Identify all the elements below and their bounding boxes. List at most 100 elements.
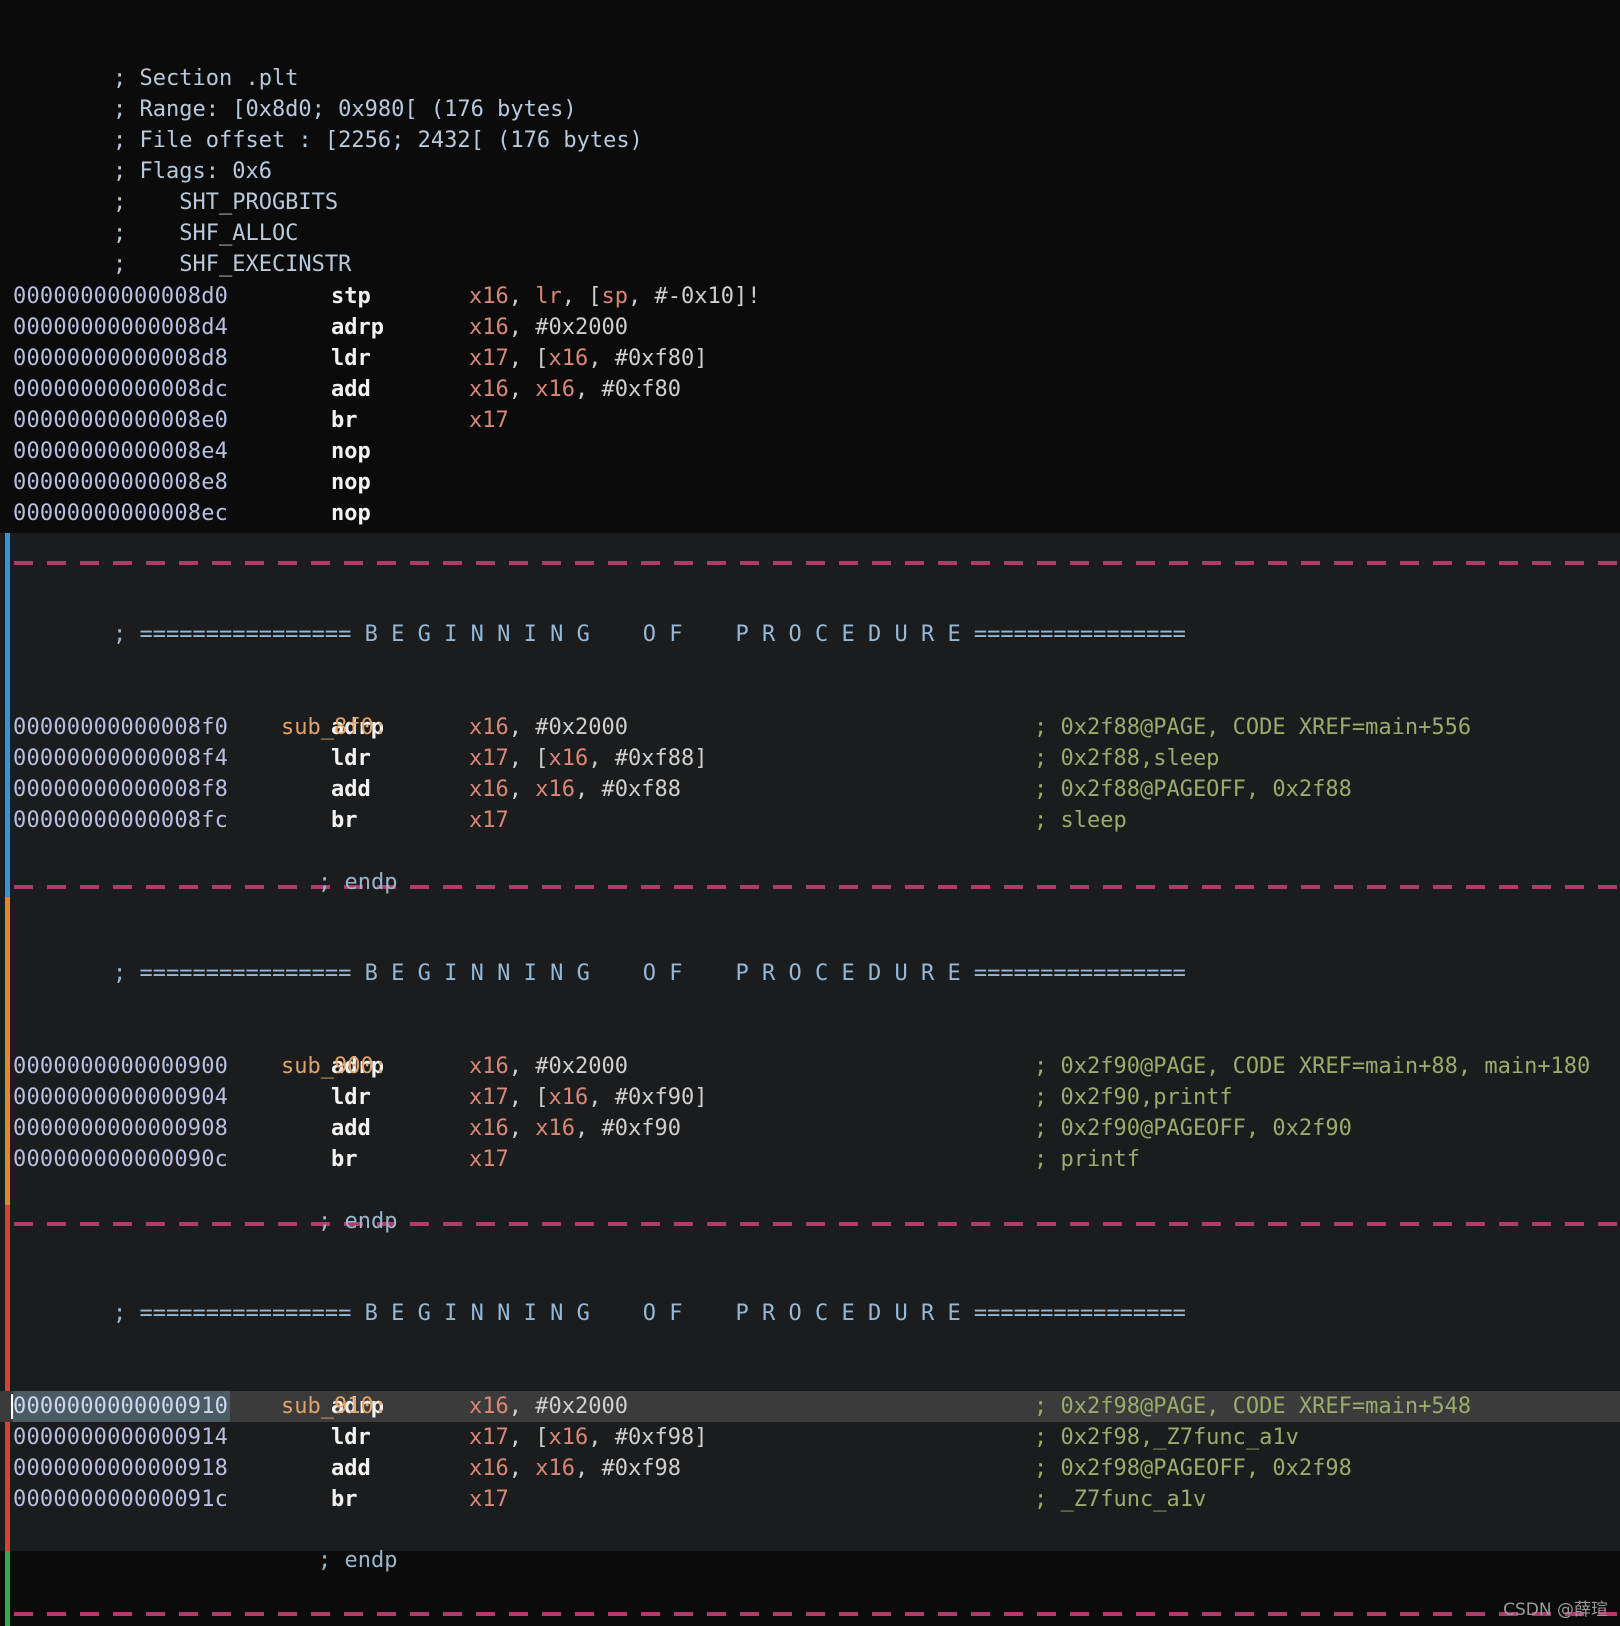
instruction-row[interactable]: 0000000000000900 adrp x16, #0x2000; 0x2f90… — [0, 1051, 1620, 1082]
instruction-address[interactable]: 000000000000090c — [13, 1144, 228, 1175]
instruction-row[interactable]: 000000000000090c br x17 ; printf — [0, 1144, 1620, 1175]
instruction-operands[interactable]: x16, #0x2000 — [469, 1051, 628, 1082]
procedure-label-row[interactable]: sub_8f0: — [0, 681, 1620, 740]
instruction-operands[interactable]: x16, x16, #0xf88 — [469, 774, 681, 805]
instruction-row[interactable]: 0000000000000914 ldr x17, [x16, #0xf98] ; 0… — [0, 1422, 1620, 1453]
instruction-operands[interactable]: x16, #0x2000 — [469, 1391, 628, 1422]
operand-text: , #0xf98 — [575, 1456, 681, 1481]
operand-text: , [ — [508, 1425, 549, 1450]
instruction-row[interactable]: 0000000000000918 add x16, x16, #0xf98; 0x2… — [0, 1453, 1620, 1484]
section-header-line: ; Range: [0x8d0; 0x980[ (176 bytes) — [0, 63, 1620, 122]
procedure-label-row[interactable]: sub_910: — [0, 1360, 1620, 1419]
instruction-row[interactable]: 00000000000008d8 ldr x17, [x16, #0xf80] — [0, 343, 1620, 374]
instruction-address[interactable]: 0000000000000918 — [13, 1453, 228, 1484]
instruction-operands[interactable]: x17, [x16, #0xf80] — [469, 343, 707, 374]
instruction-comment: ; printf — [1034, 1147, 1140, 1172]
operand-register: x16 — [469, 777, 509, 802]
instruction-mnemonic[interactable]: ldr — [331, 343, 371, 374]
instruction-mnemonic[interactable]: nop — [331, 467, 371, 498]
operand-register: x16 — [535, 1116, 575, 1141]
instruction-row[interactable]: 00000000000008fc br x17 ; sleep — [0, 805, 1620, 836]
instruction-address[interactable]: 00000000000008d4 — [13, 312, 228, 343]
instruction-mnemonic[interactable]: nop — [331, 498, 371, 529]
instruction-mnemonic[interactable]: add — [331, 374, 371, 405]
instruction-mnemonic[interactable]: ldr — [331, 1422, 371, 1453]
instruction-row[interactable]: 00000000000008f8 add x16, x16, #0xf88; 0x2… — [0, 774, 1620, 805]
instruction-row[interactable]: 0000000000000904 ldr x17, [x16, #0xf90] ; 0… — [0, 1082, 1620, 1113]
disassembly-view[interactable]: ; Section .plt ; Range: [0x8d0; 0x980[ (… — [0, 0, 1620, 1626]
instruction-row[interactable]: 0000000000000910 adrp x16, #0x2000; 0x2f98… — [0, 1391, 1620, 1422]
instruction-address[interactable]: 00000000000008e0 — [13, 405, 228, 436]
instruction-mnemonic[interactable]: br — [331, 1484, 358, 1515]
instruction-row[interactable]: 00000000000008e4 nop — [0, 436, 1620, 467]
instruction-row[interactable]: 00000000000008e0 br x17 — [0, 405, 1620, 436]
procedure-label[interactable]: sub_910: — [281, 1391, 387, 1422]
instruction-mnemonic[interactable]: br — [331, 1144, 358, 1175]
procedure-label-row[interactable]: sub_900: — [0, 1020, 1620, 1079]
operand-register: lr — [535, 284, 562, 309]
instruction-row[interactable]: 00000000000008d0 stp x16, lr, [sp, #-0x10]… — [0, 281, 1620, 312]
operand-text: , — [508, 377, 536, 402]
instruction-address[interactable]: 00000000000008f8 — [13, 774, 228, 805]
section-header-line: ; Section .plt — [0, 32, 1620, 91]
instruction-operands[interactable]: x16, #0x2000 — [469, 712, 628, 743]
instruction-operands[interactable]: x17 — [469, 1144, 509, 1175]
instruction-mnemonic[interactable]: stp — [331, 281, 371, 312]
instruction-mnemonic[interactable]: br — [331, 405, 358, 436]
instruction-operands[interactable]: x16, lr, [sp, #-0x10]! — [469, 281, 760, 312]
operand-register: x16 — [469, 315, 509, 340]
instruction-mnemonic[interactable]: ldr — [331, 1082, 371, 1113]
instruction-address[interactable]: 00000000000008f4 — [13, 743, 228, 774]
procedure-label[interactable]: sub_900: — [281, 1051, 387, 1082]
instruction-address[interactable]: 00000000000008e8 — [13, 467, 228, 498]
instruction-address[interactable]: 0000000000000904 — [13, 1082, 228, 1113]
operand-text: , #0xf90] — [588, 1085, 708, 1110]
instruction-mnemonic[interactable]: adrp — [331, 312, 384, 343]
operand-register: x16 — [548, 1425, 589, 1450]
instruction-mnemonic[interactable]: add — [331, 1113, 371, 1144]
procedure-separator-3 — [14, 1222, 1620, 1226]
operand-text: , #0x2000 — [508, 1054, 628, 1079]
instruction-address[interactable]: 00000000000008d8 — [13, 343, 228, 374]
instruction-row[interactable]: 00000000000008e8 nop — [0, 467, 1620, 498]
instruction-address[interactable]: 00000000000008d0 — [13, 281, 228, 312]
instruction-operands[interactable]: x17, [x16, #0xf88] — [469, 743, 707, 774]
operand-text: , #0xf88 — [575, 777, 681, 802]
instruction-operands[interactable]: x17 — [469, 405, 509, 436]
instruction-row[interactable]: 00000000000008d4 adrp x16, #0x2000 — [0, 312, 1620, 343]
instruction-row[interactable]: 00000000000008f4 ldr x17, [x16, #0xf88] ; 0… — [0, 743, 1620, 774]
instruction-address[interactable]: 0000000000000908 — [13, 1113, 228, 1144]
instruction-operands[interactable]: x16, x16, #0xf90 — [469, 1113, 681, 1144]
instruction-address[interactable]: 0000000000000914 — [13, 1422, 228, 1453]
instruction-row[interactable]: 00000000000008ec nop — [0, 498, 1620, 529]
instruction-mnemonic[interactable]: br — [331, 805, 358, 836]
instruction-operands[interactable]: x17, [x16, #0xf90] — [469, 1082, 707, 1113]
instruction-address[interactable]: 00000000000008fc — [13, 805, 228, 836]
instruction-address[interactable]: 000000000000091c — [13, 1484, 228, 1515]
instruction-address[interactable]: 00000000000008ec — [13, 498, 228, 529]
operand-register: x17 — [469, 408, 509, 433]
instruction-operands[interactable]: x17 — [469, 805, 509, 836]
instruction-row[interactable]: 00000000000008f0 adrp x16, #0x2000; 0x2f88… — [0, 712, 1620, 743]
section-header-line: ; File offset : [2256; 2432[ (176 bytes) — [0, 94, 1620, 153]
instruction-operands[interactable]: x16, x16, #0xf98 — [469, 1453, 681, 1484]
instruction-address[interactable]: 00000000000008e4 — [13, 436, 228, 467]
instruction-operands[interactable]: x17 — [469, 1484, 509, 1515]
instruction-operands[interactable]: x17, [x16, #0xf98] — [469, 1422, 707, 1453]
procedure-label[interactable]: sub_8f0: — [281, 712, 387, 743]
instruction-comment: ; 0x2f88@PAGEOFF, 0x2f88 — [1034, 777, 1352, 802]
instruction-operands[interactable]: x16, #0x2000 — [469, 312, 628, 343]
instruction-row[interactable]: 0000000000000908 add x16, x16, #0xf90; 0x2… — [0, 1113, 1620, 1144]
instruction-mnemonic[interactable]: ldr — [331, 743, 371, 774]
operand-register: x17 — [469, 1085, 509, 1110]
instruction-mnemonic[interactable]: nop — [331, 436, 371, 467]
instruction-operands[interactable]: x16, x16, #0xf80 — [469, 374, 681, 405]
operand-text: , #0xf80] — [588, 346, 708, 371]
endp-row: ; endp — [0, 836, 1620, 895]
instruction-mnemonic[interactable]: add — [331, 1453, 371, 1484]
instruction-row[interactable]: 000000000000091c br x17 ; _Z7func_a1v — [0, 1484, 1620, 1515]
instruction-row[interactable]: 00000000000008dc add x16, x16, #0xf80 — [0, 374, 1620, 405]
instruction-address[interactable]: 00000000000008dc — [13, 374, 228, 405]
procedure-banner-text: ; ================ B E G I N N I N G O F… — [113, 961, 1186, 986]
instruction-mnemonic[interactable]: add — [331, 774, 371, 805]
